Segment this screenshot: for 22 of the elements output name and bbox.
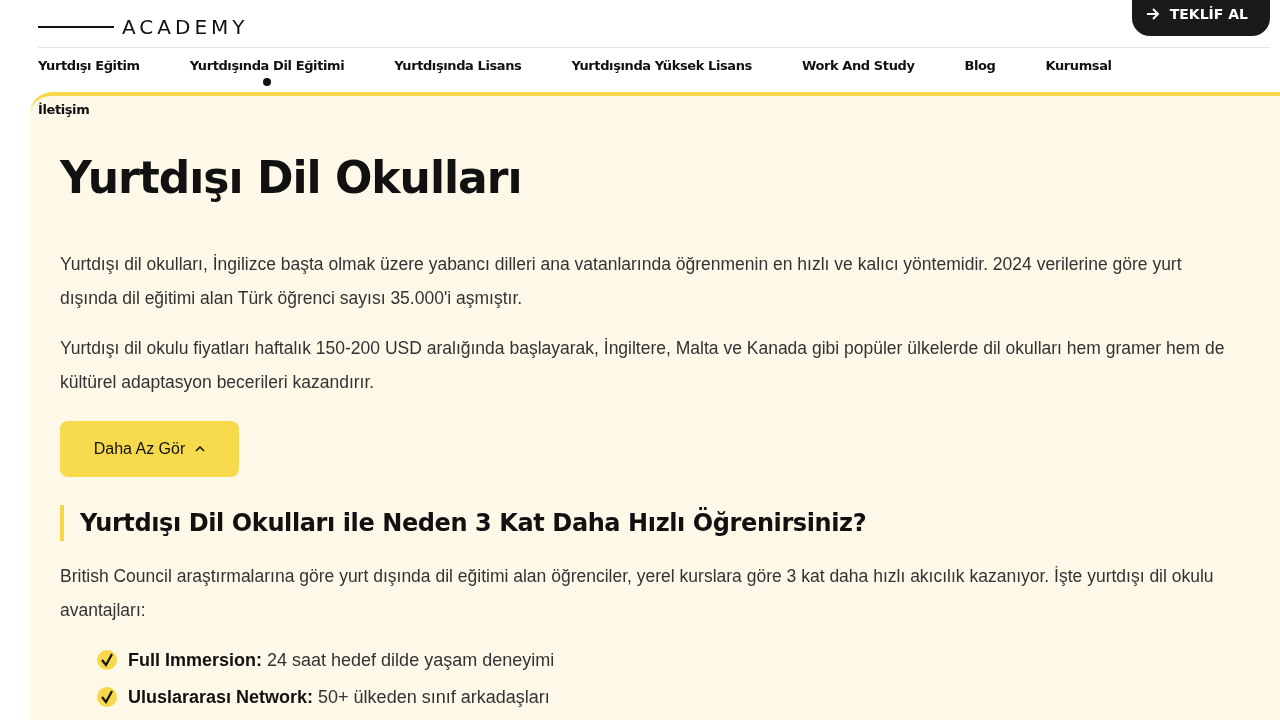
nav-link[interactable]: İletişim [38, 102, 90, 117]
nav-link[interactable]: Yurtdışında Yüksek Lisans [571, 58, 752, 73]
nav-link[interactable]: Yurtdışı Eğitim [38, 58, 140, 73]
paragraph: Yurtdışı dil okulu fiyatları haftalık 150-200 USD aralığında başlayarak, İngiltere, Malta ve Kanada gibi popüler ülkelerde dil okulları hem gramer hem de kültürel adaptasyon becerileri kazandırır. [60, 337, 1226, 394]
benefit-text: Uluslararası Network: 50+ ülkeden sınıf arkadaşları [128, 686, 550, 708]
nav-link[interactable]: Blog [964, 58, 996, 73]
arrow-icon [1145, 8, 1160, 20]
section-heading: Yurtdışı Dil Okulları ile Neden 3 Kat Daha Hızlı Öğrenirsiniz? [60, 505, 1240, 541]
show-less-button[interactable]: Daha Az Gör [60, 421, 239, 477]
quote-button[interactable]: TEKLİF AL [1131, 0, 1270, 36]
caret-icon [195, 446, 206, 452]
nav-link[interactable]: Work And Study [801, 58, 915, 73]
benefit-text: Full Immersion: 24 saat hedef dilde yaşam deneyimi [128, 649, 555, 671]
nav-link[interactable]: Yurtdışında Lisans [394, 58, 522, 73]
nav-link[interactable]: Kurumsal [1045, 58, 1112, 73]
page-title: Yurtdışı Dil Okulları [60, 152, 523, 203]
check-icon [96, 686, 118, 708]
check-icon [96, 649, 118, 671]
logo-text: ACADEMY [122, 15, 249, 39]
paragraph: Yurtdışı dil okulları, İngilizce başta olmak üzere yabancı dilleri ana vatanlarında öğrenmenin en hızlı ve kalıcı yöntemidir. 2024 verilerine göre yurt dışında dil eğitimi alan Türk öğrenci sayısı 35.000'i aşmıştır. [60, 253, 1183, 310]
paragraph: British Council araştırmalarına göre yurt dışında dil eğitimi alan öğrenciler, yerel kurslara göre 3 kat daha hızlı akıcılık kazanıyor. İşte yurtdışı dil okulu avantajları: [60, 565, 1215, 622]
nav-link[interactable]: Yurtdışında Dil Eğitimi [189, 58, 345, 73]
